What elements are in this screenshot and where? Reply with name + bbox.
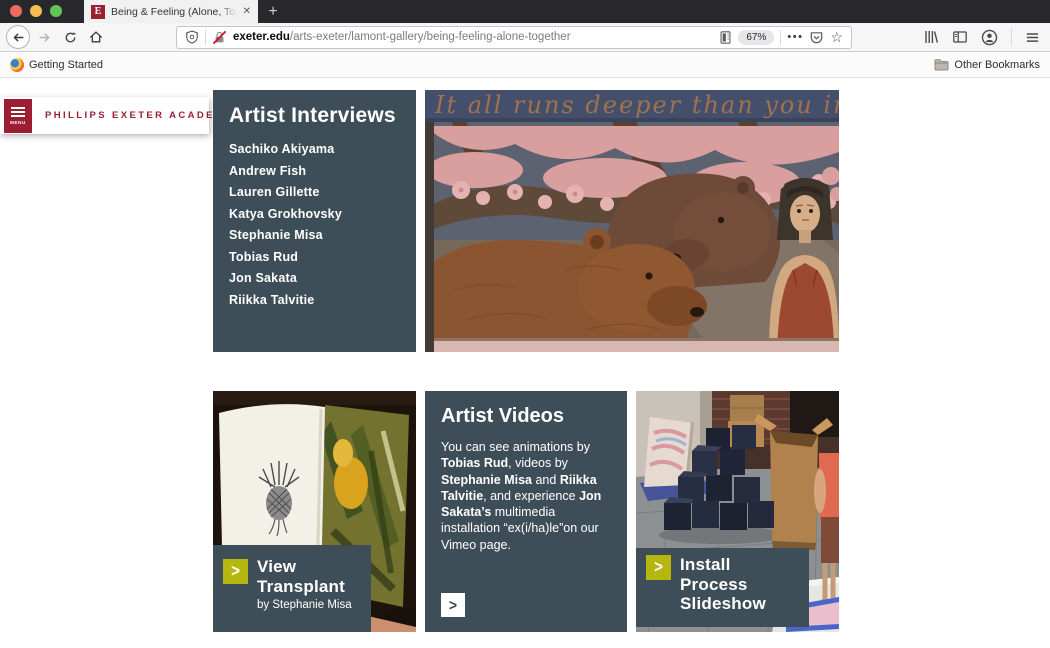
transplant-byline: by Stephanie Misa bbox=[257, 599, 363, 611]
artist-videos-body: You can see animations by Tobias Rud, vi… bbox=[441, 439, 611, 553]
install-title-line2: Process bbox=[680, 575, 801, 595]
bookmark-getting-started[interactable]: Getting Started bbox=[10, 58, 103, 72]
navigation-toolbar: exeter.edu/arts-exeter/lamont-gallery/be… bbox=[0, 23, 1050, 52]
bookmark-label: Getting Started bbox=[29, 59, 103, 71]
other-bookmarks[interactable]: Other Bookmarks bbox=[934, 58, 1040, 71]
videos-chevron-button[interactable]: > bbox=[441, 593, 465, 617]
install-process-overlay[interactable]: > Install Process Slideshow bbox=[636, 548, 809, 627]
back-button[interactable] bbox=[6, 25, 30, 49]
url-bar[interactable]: exeter.edu/arts-exeter/lamont-gallery/be… bbox=[176, 26, 852, 49]
tab-bar: E Being & Feeling (Alone, Togethe ✕ + bbox=[0, 0, 1050, 23]
view-transplant-overlay[interactable]: > View Transplant by Stephanie Misa bbox=[213, 545, 371, 632]
artist-link[interactable]: Lauren Gillette bbox=[229, 185, 400, 200]
install-title-line1: Install bbox=[680, 555, 801, 575]
url-text[interactable]: exeter.edu/arts-exeter/lamont-gallery/be… bbox=[233, 31, 571, 43]
url-path: /arts-exeter/lamont-gallery/being-feelin… bbox=[290, 31, 571, 43]
artist-videos-panel: Artist Videos You can see animations by … bbox=[425, 391, 627, 632]
artist-link[interactable]: Sachiko Akiyama bbox=[229, 142, 400, 157]
browser-window: E Being & Feeling (Alone, Togethe ✕ + bbox=[0, 0, 1050, 648]
site-header: MENU PHILLIPS EXETER ACADEMY bbox=[0, 97, 209, 134]
tracking-protection-shield-icon[interactable] bbox=[185, 30, 199, 44]
tab-favicon: E bbox=[91, 5, 105, 19]
artist-videos-title: Artist Videos bbox=[441, 405, 611, 428]
forward-button[interactable] bbox=[32, 25, 56, 49]
url-domain: exeter.edu bbox=[233, 31, 290, 43]
other-bookmarks-label: Other Bookmarks bbox=[954, 59, 1040, 71]
minimize-window-button[interactable] bbox=[30, 5, 42, 17]
sidebar-icon[interactable] bbox=[952, 29, 968, 45]
install-title-line3: Slideshow bbox=[680, 594, 801, 614]
artist-link[interactable]: Jon Sakata bbox=[229, 271, 400, 286]
folder-icon bbox=[934, 58, 949, 71]
artwork-caption: It all runs deeper than you imagi bbox=[434, 91, 839, 119]
tab-title: Being & Feeling (Alone, Togethe bbox=[111, 6, 237, 18]
artist-link[interactable]: Andrew Fish bbox=[229, 164, 400, 179]
window-controls[interactable] bbox=[10, 5, 62, 17]
chevron-right-icon[interactable]: > bbox=[223, 559, 248, 584]
tab-close-icon[interactable]: ✕ bbox=[243, 6, 251, 17]
chevron-right-icon: > bbox=[449, 596, 457, 614]
menu-bars-icon bbox=[11, 107, 25, 109]
artist-link[interactable]: Riikka Talvitie bbox=[229, 293, 400, 308]
browser-tab[interactable]: E Being & Feeling (Alone, Togethe ✕ bbox=[84, 0, 258, 23]
site-menu-button[interactable]: MENU bbox=[4, 99, 32, 133]
insecure-connection-icon[interactable] bbox=[212, 30, 227, 45]
home-icon bbox=[89, 30, 103, 44]
artist-interviews-title: Artist Interviews bbox=[229, 104, 400, 128]
artist-link[interactable]: Tobias Rud bbox=[229, 250, 400, 265]
artwork-relief-image: It all runs deeper than you imagi bbox=[425, 90, 839, 352]
back-icon bbox=[12, 31, 25, 44]
transplant-title-line1: View bbox=[257, 557, 363, 577]
bookmark-star-icon[interactable]: ☆ bbox=[830, 30, 843, 44]
artist-link[interactable]: Stephanie Misa bbox=[229, 228, 400, 243]
menu-label: MENU bbox=[10, 120, 26, 125]
forward-icon bbox=[38, 31, 51, 44]
page-content: MENU PHILLIPS EXETER ACADEMY Artist Inte… bbox=[0, 78, 1050, 648]
view-transplant-card[interactable]: > View Transplant by Stephanie Misa bbox=[213, 391, 416, 632]
account-icon[interactable] bbox=[981, 29, 998, 46]
close-window-button[interactable] bbox=[10, 5, 22, 17]
new-tab-button[interactable]: + bbox=[258, 0, 288, 23]
transplant-title-line2: Transplant bbox=[257, 577, 363, 597]
reload-icon bbox=[64, 31, 77, 44]
home-button[interactable] bbox=[84, 25, 108, 49]
toolbar-right-cluster bbox=[923, 28, 1044, 46]
site-brand[interactable]: PHILLIPS EXETER ACADEMY bbox=[45, 97, 234, 134]
page-actions-icon[interactable]: ••• bbox=[787, 31, 803, 43]
chevron-right-icon[interactable]: > bbox=[646, 555, 671, 580]
zoom-window-button[interactable] bbox=[50, 5, 62, 17]
pocket-icon[interactable] bbox=[809, 30, 824, 45]
reader-mode-icon[interactable] bbox=[719, 30, 732, 45]
install-process-card[interactable]: > Install Process Slideshow bbox=[636, 391, 839, 632]
firefox-icon bbox=[10, 58, 24, 72]
artist-interviews-panel: Artist Interviews Sachiko Akiyama Andrew… bbox=[213, 90, 416, 352]
zoom-level-badge[interactable]: 67% bbox=[738, 30, 774, 45]
library-icon[interactable] bbox=[923, 29, 939, 45]
menu-hamburger-icon[interactable] bbox=[1025, 30, 1040, 45]
artist-link[interactable]: Katya Grokhovsky bbox=[229, 207, 400, 222]
bookmarks-bar: Getting Started Other Bookmarks bbox=[0, 52, 1050, 78]
reload-button[interactable] bbox=[58, 25, 82, 49]
